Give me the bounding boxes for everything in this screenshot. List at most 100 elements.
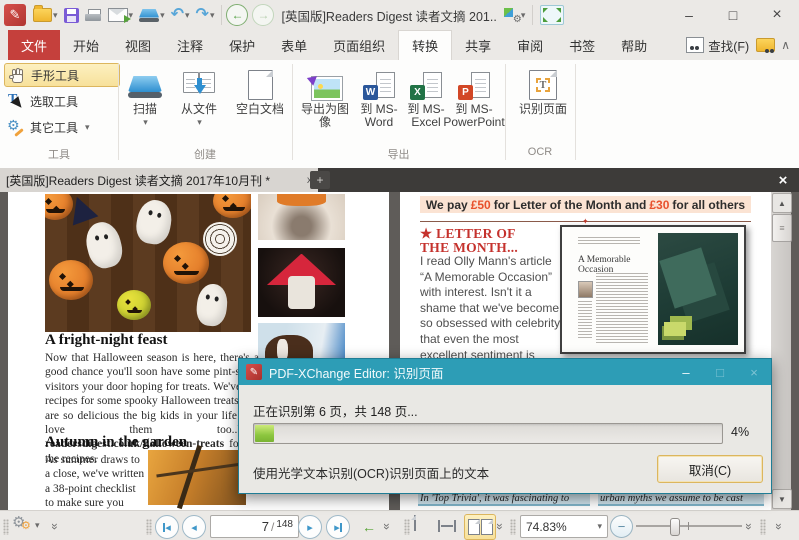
pumpkin-cookie [163, 242, 209, 284]
scrollbar-thumb[interactable]: ≡ [772, 214, 792, 242]
tab-view[interactable]: 视图 [112, 30, 164, 60]
tab-protect[interactable]: 保护 [216, 30, 268, 60]
print-button[interactable] [82, 3, 105, 27]
single-page-view-button[interactable] [414, 516, 416, 530]
save-button[interactable] [61, 3, 82, 27]
fullscreen-button[interactable] [537, 3, 567, 27]
minimize-icon: – [685, 7, 693, 23]
overflow-chevron[interactable]: » [776, 519, 782, 533]
cat-photo-vampire [258, 248, 345, 317]
toolbar-grip[interactable] [510, 519, 516, 535]
scan-button[interactable]: ▾ [136, 3, 168, 27]
tab-help[interactable]: 帮助 [608, 30, 660, 60]
hand-tool-button[interactable]: 手形工具 [4, 63, 120, 87]
toolbar-grip[interactable] [3, 519, 9, 535]
pumpkin-cookie [49, 260, 93, 300]
close-icon: × [779, 172, 788, 189]
undo-button[interactable]: ↶▾ [168, 3, 193, 27]
next-page-button[interactable]: ▸ [298, 515, 322, 539]
find-in-document-icon [686, 37, 704, 53]
overflow-chevron[interactable]: » [497, 519, 503, 533]
overflow-chevron[interactable]: » [52, 519, 58, 533]
caret-down-icon[interactable]: ▾ [597, 521, 602, 532]
two-page-view-button[interactable] [464, 514, 496, 540]
new-tab-button[interactable]: + [310, 171, 330, 189]
search-folder-button[interactable] [753, 33, 778, 57]
caret-down-icon[interactable]: ▾ [53, 10, 58, 21]
tab-bookmarks[interactable]: 书签 [556, 30, 608, 60]
tab-convert[interactable]: 转换 [398, 30, 452, 61]
tab-comment[interactable]: 注释 [164, 30, 216, 60]
folder-search-icon [756, 38, 775, 52]
ghost-cookie [133, 197, 174, 246]
tab-form[interactable]: 表单 [268, 30, 320, 60]
cancel-button[interactable]: 取消(C) [657, 455, 763, 483]
dialog-maximize-button: □ [703, 359, 737, 385]
maximize-button[interactable]: □ [711, 1, 755, 29]
zoom-slider[interactable] [636, 525, 742, 527]
document-tab-bar: [英国版]Readers Digest 读者文摘 2017年10月刊 * x +… [0, 168, 799, 192]
toolbar-grip[interactable] [404, 519, 410, 535]
scroll-down-button[interactable]: ▼ [772, 489, 792, 509]
caret-down-icon[interactable]: ▾ [210, 10, 215, 21]
dialog-minimize-button[interactable]: – [669, 359, 703, 385]
page-number-input[interactable]: 7 / 148 [210, 515, 299, 538]
email-button[interactable]: ▾ [105, 3, 137, 27]
find-button[interactable]: 查找(F) [686, 36, 749, 55]
export-image-button[interactable]: 导出为图像 [296, 64, 354, 129]
first-page-button[interactable]: ◂ [155, 515, 179, 539]
view-options-button[interactable]: ⚙ ▾ [501, 3, 529, 27]
scan-create-button[interactable]: 扫描 ▾ [122, 64, 168, 129]
tab-organize[interactable]: 页面组织 [320, 30, 398, 60]
vertical-scrollbar[interactable]: ▲ ≡ ▼ [771, 192, 791, 510]
ocr-icon: T [529, 70, 557, 100]
select-tool-button[interactable]: T 选取工具 [4, 89, 120, 113]
zoom-slider-tick [688, 522, 689, 530]
document-tab[interactable]: [英国版]Readers Digest 读者文摘 2017年10月刊 * x [0, 168, 318, 192]
pumpkin-cookie [45, 194, 73, 220]
recognize-pages-button[interactable]: T 识别页面 [512, 64, 574, 116]
overflow-chevron[interactable]: » [746, 519, 752, 533]
scroll-up-button[interactable]: ▲ [772, 193, 792, 213]
collapse-ribbon-button[interactable]: ∧ [778, 33, 793, 57]
redo-button[interactable]: ↷▾ [193, 3, 218, 27]
tab-share[interactable]: 共享 [452, 30, 504, 60]
export-word-button[interactable]: W 到 MS-Word [356, 64, 402, 129]
last-page-button[interactable]: ▸ [326, 515, 350, 539]
toolbar-grip[interactable] [760, 519, 766, 535]
toolbar-grip[interactable] [146, 519, 152, 535]
export-powerpoint-button[interactable]: P 到 MS-PowerPoint [446, 64, 502, 129]
back-button[interactable]: ← [226, 4, 248, 26]
tab-file[interactable]: 文件 [8, 30, 60, 60]
other-tools-button[interactable]: ⚙ 其它工具 ▾ [4, 115, 120, 139]
group-separator [575, 64, 576, 160]
forward-button[interactable]: → [252, 4, 274, 26]
open-file-button[interactable]: ▾ [30, 3, 61, 27]
dialog-app-icon: ✎ [246, 364, 262, 380]
zoom-slider-handle[interactable] [670, 518, 680, 536]
dialog-close-button[interactable]: × [737, 359, 771, 385]
tab-review[interactable]: 审阅 [504, 30, 556, 60]
previous-view-button[interactable]: ← [358, 516, 380, 538]
window-title: [英国版]Readers Digest 读者文摘 201.. [281, 6, 496, 25]
previous-page-button[interactable]: ◂ [182, 515, 206, 539]
zoom-level-select[interactable]: 74.83% ▾ [520, 515, 608, 538]
minimize-button[interactable]: – [667, 1, 711, 29]
group-label-create: 创建 [118, 146, 292, 162]
from-file-button[interactable]: 从文件 ▾ [172, 64, 226, 129]
caret-down-icon[interactable]: ▾ [35, 520, 40, 531]
close-document-button[interactable]: × [771, 168, 795, 192]
caret-down-icon: ▾ [85, 122, 90, 133]
caret-down-icon[interactable]: ▾ [160, 10, 165, 21]
zoom-out-button[interactable]: − [610, 515, 633, 538]
find-label: 查找(F) [708, 36, 749, 55]
blank-document-button[interactable]: 空白文档 [230, 64, 290, 116]
tab-home[interactable]: 开始 [60, 30, 112, 60]
status-options-button[interactable]: ⚙⚙ ▾ [12, 516, 40, 534]
close-button[interactable]: × [755, 1, 799, 29]
overflow-chevron[interactable]: » [384, 519, 390, 533]
caret-down-icon[interactable]: ▾ [185, 10, 190, 21]
export-excel-button[interactable]: X 到 MS-Excel [404, 64, 448, 129]
right-arrow-icon: ▸ [307, 521, 313, 534]
dialog-title-bar[interactable]: ✎ PDF-XChange Editor: 识别页面 – □ × [239, 359, 771, 385]
